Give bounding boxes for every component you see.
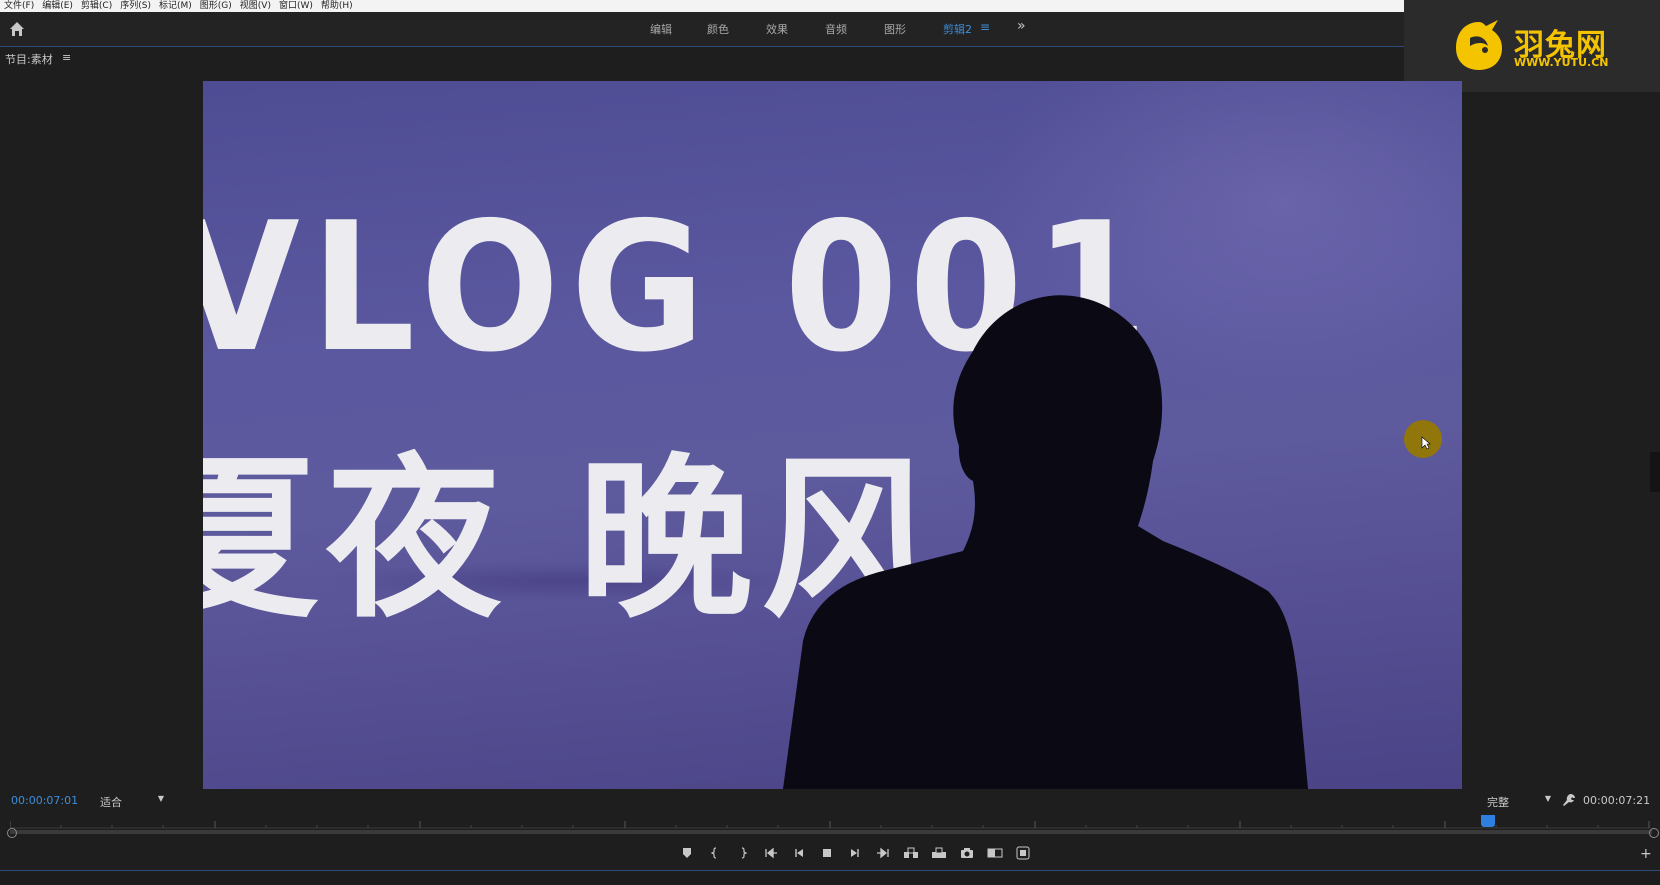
menu-clip[interactable]: 剪辑(C): [77, 0, 116, 12]
stop-icon[interactable]: [816, 843, 838, 863]
transport-controls: [676, 843, 1040, 863]
settings-wrench-icon[interactable]: [1562, 793, 1576, 807]
tab-color[interactable]: 颜色: [707, 21, 729, 37]
tab-edit[interactable]: 编辑: [650, 21, 672, 37]
program-monitor-video[interactable]: VLOG 001 夏夜 晚风: [203, 81, 1462, 789]
tab-edit2[interactable]: 剪辑2: [943, 21, 972, 37]
zoom-level-value: 适合: [100, 796, 122, 809]
logo-url: WWW.YUTU.CN: [1514, 56, 1609, 69]
export-frame-icon[interactable]: [956, 843, 978, 863]
duration-timecode: 00:00:07:21: [1583, 794, 1651, 807]
zoom-handle-left[interactable]: [7, 828, 17, 838]
menu-sequence[interactable]: 序列(S): [116, 0, 155, 12]
menu-file[interactable]: 文件(F): [0, 0, 38, 12]
step-forward-icon[interactable]: [844, 843, 866, 863]
mark-in-icon[interactable]: [704, 843, 726, 863]
watermark-logo: 羽兔网 WWW.YUTU.CN: [1404, 0, 1660, 92]
playhead-timecode[interactable]: 00:00:07:01: [11, 794, 78, 807]
person-silhouette: [783, 295, 1308, 789]
marker-icon[interactable]: [676, 843, 698, 863]
mark-out-icon[interactable]: [732, 843, 754, 863]
panel-menu-icon[interactable]: ≡: [62, 51, 71, 64]
overwrite-icon[interactable]: [928, 843, 950, 863]
time-ruler[interactable]: [10, 815, 1650, 829]
comparison-view-icon[interactable]: [984, 843, 1006, 863]
menu-view[interactable]: 视图(V): [236, 0, 275, 12]
menu-edit[interactable]: 编辑(E): [38, 0, 77, 12]
menu-markers[interactable]: 标记(M): [155, 0, 196, 12]
menu-graphics[interactable]: 图形(G): [196, 0, 236, 12]
chevron-down-icon: ▼: [157, 794, 164, 803]
go-to-out-icon[interactable]: [872, 843, 894, 863]
playback-resolution-value: 完整: [1487, 796, 1509, 809]
chevron-down-icon: ▼: [1544, 794, 1551, 803]
menu-help[interactable]: 帮助(H): [317, 0, 357, 12]
step-back-icon[interactable]: [788, 843, 810, 863]
add-button[interactable]: +: [1640, 846, 1652, 862]
bottom-panel-edge: [0, 870, 1660, 885]
panel-collapse-handle[interactable]: [1650, 452, 1660, 492]
menu-window[interactable]: 窗口(W): [275, 0, 317, 12]
zoom-scroll-bar[interactable]: [10, 830, 1652, 834]
insert-icon[interactable]: [900, 843, 922, 863]
playhead-handle[interactable]: [1481, 815, 1495, 827]
tab-effects[interactable]: 效果: [766, 21, 788, 37]
program-panel-title[interactable]: 节目:素材: [5, 51, 53, 67]
rabbit-logo-icon: [1456, 20, 1502, 70]
home-icon[interactable]: [8, 20, 26, 38]
tab-graphics[interactable]: 图形: [884, 21, 906, 37]
zoom-handle-right[interactable]: [1649, 828, 1659, 838]
zoom-level-select[interactable]: 适合 ▼: [100, 794, 164, 810]
proxy-toggle-icon[interactable]: [1012, 843, 1034, 863]
tab-audio[interactable]: 音频: [825, 21, 847, 37]
go-to-in-icon[interactable]: [760, 843, 782, 863]
menu-bar: 文件(F) 编辑(E) 剪辑(C) 序列(S) 标记(M) 图形(G) 视图(V…: [0, 0, 1404, 12]
playback-resolution-select[interactable]: 完整 ▼: [1487, 794, 1551, 810]
mouse-cursor-icon: [1421, 436, 1431, 450]
more-workspaces-icon[interactable]: »: [1017, 18, 1026, 34]
workspace-menu-icon[interactable]: ≡: [980, 20, 990, 34]
